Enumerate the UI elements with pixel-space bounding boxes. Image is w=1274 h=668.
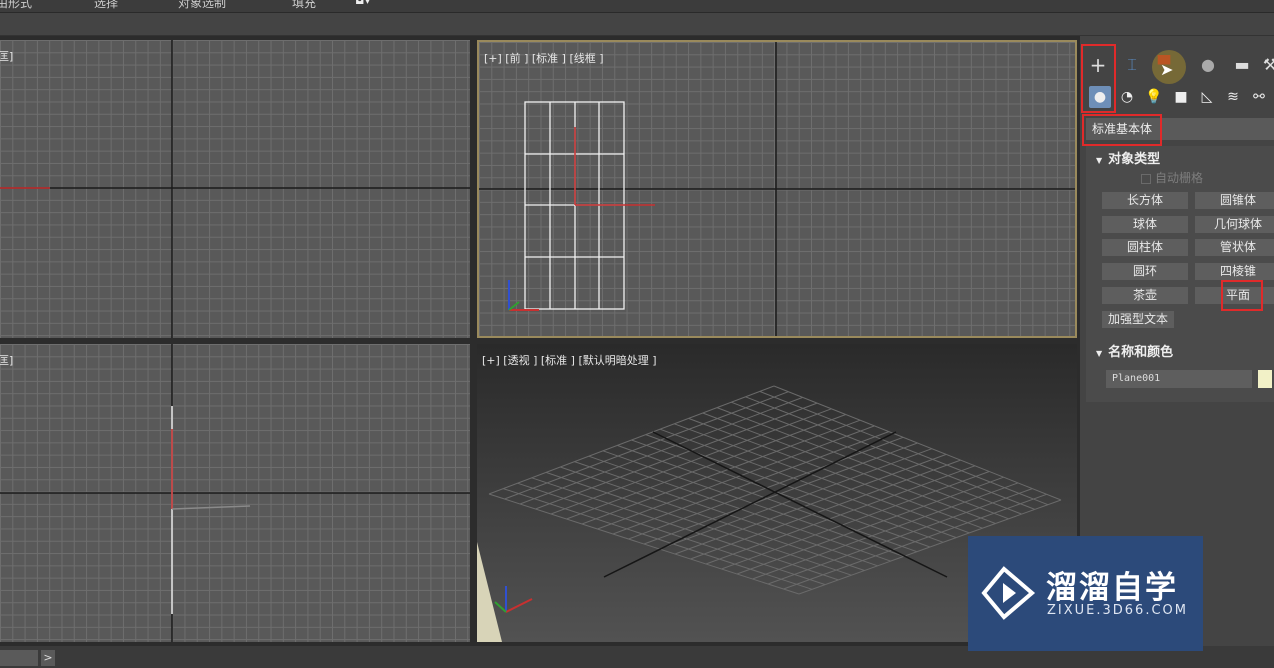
menu-item[interactable]: 对象选制 [178,0,226,11]
toolbar [0,13,1274,36]
expand-arrow-icon[interactable]: > [41,650,55,666]
cone-button[interactable]: 圆锥体 [1195,192,1274,209]
object-name-field[interactable]: Plane001 [1106,370,1252,388]
systems-icon[interactable]: ⚯ [1248,86,1270,108]
menu-item[interactable]: 由形式 [0,0,32,11]
object-type-rollout: ▼ 对象类型 自动栅格 长方体 圆锥体 球体 几何球体 圆柱体 管状体 圆环 四棱… [1086,146,1274,342]
logo-play-icon [981,566,1036,620]
viewport-label[interactable]: 匡] [0,48,13,64]
autogrid-checkbox[interactable]: 自动栅格 [1141,169,1203,186]
geosphere-button[interactable]: 几何球体 [1195,216,1274,233]
box-button[interactable]: 长方体 [1102,192,1188,209]
textplus-button[interactable]: 加强型文本 [1102,311,1174,328]
lights-icon[interactable]: 💡 [1143,86,1165,108]
name-color-rollout-header[interactable]: ▼ 名称和颜色 [1096,341,1173,360]
menu-bar: 由形式 选择 对象选制 填充 ◘▾ [0,0,1274,13]
cameras-icon[interactable]: ■ [1170,86,1192,108]
cylinder-button[interactable]: 圆柱体 [1102,239,1188,256]
torus-button[interactable]: 圆环 [1102,263,1188,280]
pyramid-button[interactable]: 四棱锥 [1195,263,1274,280]
magnet-icon[interactable]: ◘▾ [355,0,371,7]
display-icon[interactable]: ▬ [1228,52,1256,78]
name-color-rollout: ▼ 名称和颜色 Plane001 [1086,336,1274,402]
viewport-label[interactable]: [+] [透视 ] [标准 ] [默认明暗处理 ] [482,352,657,368]
viewport-top-grid [0,40,470,338]
utilities-icon[interactable]: ⚒ [1256,52,1274,78]
viewport-front[interactable]: [+] [前 ] [标准 ] [线框 ] [477,40,1077,338]
viewport-label[interactable]: 匡] [0,352,13,368]
pivot-gizmo [574,127,655,206]
highlight-create-tab [1081,44,1116,113]
object-color-swatch[interactable] [1258,370,1272,388]
highlight-dropdown [1082,114,1162,146]
spacewarps-icon[interactable]: ≋ [1222,86,1244,108]
viewport-front-grid [479,42,1075,336]
tube-button[interactable]: 管状体 [1195,239,1274,256]
motion-icon[interactable]: ● [1194,52,1222,78]
shapes-icon[interactable]: ◔ [1116,86,1138,108]
watermark-en-text: ZIXUE.3D66.COM [1047,603,1188,618]
watermark-logo: 溜溜自学 ZIXUE.3D66.COM [968,536,1203,651]
viewport-left-grid [0,344,470,642]
menu-item[interactable]: 选择 [94,0,118,11]
viewport-left[interactable]: 匡] [0,344,470,642]
mouse-cursor-icon: ➤ [1160,60,1174,79]
status-field[interactable] [0,650,38,666]
axis-tripod [508,280,539,311]
sphere-button[interactable]: 球体 [1102,216,1188,233]
object-type-rollout-header[interactable]: ▼ 对象类型 [1096,148,1160,167]
helpers-icon[interactable]: ◺ [1196,86,1218,108]
viewport-top[interactable]: 匡] [0,40,470,338]
teapot-button[interactable]: 茶壶 [1102,287,1188,304]
axis-tripod [494,586,533,613]
viewport-label[interactable]: [+] [前 ] [标准 ] [线框 ] [484,50,604,66]
menu-item[interactable]: 填充 [292,0,316,11]
watermark-cn-text: 溜溜自学 [1046,570,1178,606]
highlight-plane-button [1221,280,1263,311]
modify-icon[interactable]: ⌶ [1118,52,1146,78]
